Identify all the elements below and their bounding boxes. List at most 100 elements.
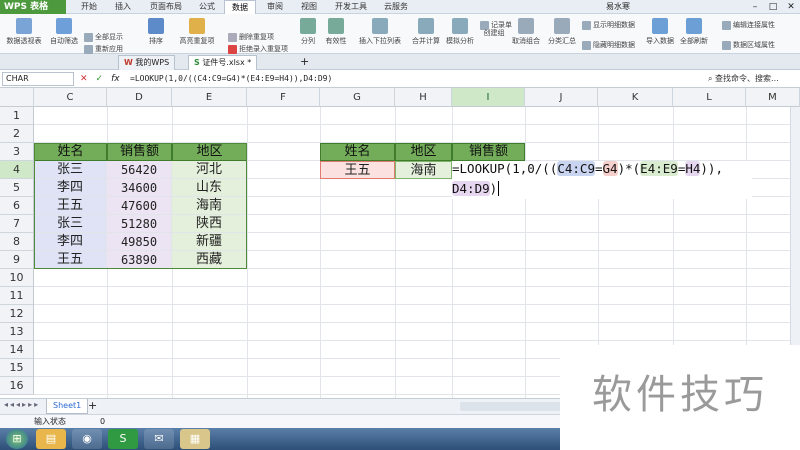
table-cell[interactable]: 63890 xyxy=(107,251,172,269)
validity-button[interactable]: 有效性 xyxy=(322,16,350,52)
menu-tab-cloud[interactable]: 云服务 xyxy=(376,0,416,14)
column-header[interactable]: H xyxy=(395,88,452,107)
ungroup-button[interactable]: 取消组合 xyxy=(510,16,542,52)
row-header[interactable]: 4 xyxy=(0,161,34,179)
what-if-analysis-button[interactable]: 模拟分析 xyxy=(444,16,476,52)
data-range-properties-button[interactable]: 数据区域属性 xyxy=(722,40,775,50)
table-header-cell[interactable]: 地区 xyxy=(395,143,452,161)
select-all-corner[interactable] xyxy=(0,88,34,107)
name-box[interactable]: CHAR xyxy=(2,72,74,86)
column-header[interactable]: I xyxy=(452,88,525,107)
menu-tab-page-layout[interactable]: 页面布局 xyxy=(142,0,190,14)
table-cell[interactable]: 王五 xyxy=(34,197,107,215)
lookup-region-cell[interactable]: 海南 xyxy=(395,161,452,179)
table-header-cell[interactable]: 姓名 xyxy=(34,143,107,161)
subtotal-button[interactable]: 分类汇总 xyxy=(546,16,578,52)
wechat-icon[interactable]: ✉ xyxy=(144,429,174,449)
add-sheet-icon[interactable]: + xyxy=(88,399,97,413)
row-header[interactable]: 13 xyxy=(0,323,34,341)
maximize-icon[interactable]: □ xyxy=(764,0,782,14)
table-header-cell[interactable]: 地区 xyxy=(172,143,247,161)
table-header-cell[interactable]: 姓名 xyxy=(320,143,395,161)
column-header[interactable]: L xyxy=(673,88,746,107)
row-header[interactable]: 11 xyxy=(0,287,34,305)
menu-tab-review[interactable]: 审阅 xyxy=(260,0,290,14)
table-cell[interactable]: 河北 xyxy=(172,161,247,179)
table-cell[interactable]: 王五 xyxy=(34,251,107,269)
table-cell[interactable]: 张三 xyxy=(34,215,107,233)
folder-icon[interactable]: ▦ xyxy=(180,429,210,449)
lookup-name-cell[interactable]: 王五 xyxy=(320,161,395,179)
menu-tab-view[interactable]: 视图 xyxy=(294,0,324,14)
row-header[interactable]: 15 xyxy=(0,359,34,377)
column-header[interactable]: D xyxy=(107,88,172,107)
confirm-icon[interactable]: ✓ xyxy=(96,72,104,86)
table-cell[interactable]: 56420 xyxy=(107,161,172,179)
doc-tab-my-wps[interactable]: W 我的WPS xyxy=(118,55,176,70)
highlight-duplicates-button[interactable]: 高亮重复项 xyxy=(172,16,222,52)
table-header-cell[interactable]: 销售额 xyxy=(107,143,172,161)
row-header[interactable]: 10 xyxy=(0,269,34,287)
hide-detail-button[interactable]: 隐藏明细数据 xyxy=(582,40,635,50)
user-name[interactable]: 易水寒 xyxy=(606,0,630,14)
row-header[interactable]: 2 xyxy=(0,125,34,143)
table-cell[interactable]: 新疆 xyxy=(172,233,247,251)
menu-tab-insert[interactable]: 插入 xyxy=(108,0,138,14)
menu-tab-home[interactable]: 开始 xyxy=(72,0,106,14)
import-data-button[interactable]: 导入数据 xyxy=(644,16,676,52)
column-header[interactable]: M xyxy=(746,88,800,107)
edit-connection-button[interactable]: 编辑连接属性 xyxy=(722,20,775,30)
table-cell[interactable]: 山东 xyxy=(172,179,247,197)
table-cell[interactable]: 李四 xyxy=(34,233,107,251)
chrome-icon[interactable]: ◉ xyxy=(72,429,102,449)
row-header[interactable]: 9 xyxy=(0,251,34,269)
column-header[interactable]: F xyxy=(247,88,320,107)
table-cell[interactable]: 陕西 xyxy=(172,215,247,233)
sort-button[interactable]: 排序 xyxy=(144,16,168,52)
row-header[interactable]: 3 xyxy=(0,143,34,161)
formula-input[interactable]: =LOOKUP(1,0/((C4:C9=G4)*(E4:E9=H4)),D4:D… xyxy=(130,72,690,86)
column-header[interactable]: G xyxy=(320,88,395,107)
consolidate-button[interactable]: 合并计算 xyxy=(410,16,442,52)
file-explorer-icon[interactable]: ▤ xyxy=(36,429,66,449)
new-tab-icon[interactable]: + xyxy=(300,55,309,69)
reject-duplicates-button[interactable]: 拒绝录入重复项 xyxy=(228,44,288,54)
table-cell[interactable]: 西藏 xyxy=(172,251,247,269)
column-header[interactable]: J xyxy=(525,88,598,107)
column-header[interactable]: C xyxy=(34,88,107,107)
table-cell[interactable]: 51280 xyxy=(107,215,172,233)
remove-duplicates-button[interactable]: 删除重复项 xyxy=(228,32,274,42)
column-header[interactable]: E xyxy=(172,88,247,107)
app-menu-button[interactable]: WPS 表格 xyxy=(0,0,66,14)
row-header[interactable]: 5 xyxy=(0,179,34,197)
menu-tab-data[interactable]: 数据 xyxy=(224,0,256,14)
table-cell[interactable]: 张三 xyxy=(34,161,107,179)
refresh-all-button[interactable]: 全部刷新 xyxy=(678,16,710,52)
command-search[interactable]: ⌕ 查找命令、搜索... xyxy=(708,72,798,86)
close-icon[interactable]: ✕ xyxy=(782,0,800,14)
auto-filter-button[interactable]: 自动筛选 xyxy=(48,16,80,52)
reapply-button[interactable]: 重新应用 xyxy=(84,44,123,54)
table-cell[interactable]: 李四 xyxy=(34,179,107,197)
show-all-button[interactable]: 全部显示 xyxy=(84,32,123,42)
row-header[interactable]: 16 xyxy=(0,377,34,395)
wps-spreadsheet-icon[interactable]: S xyxy=(108,429,138,449)
table-cell[interactable]: 49850 xyxy=(107,233,172,251)
cancel-icon[interactable]: ✕ xyxy=(80,72,88,86)
doc-tab-file[interactable]: S 证件号.xlsx * xyxy=(188,55,258,70)
row-header[interactable]: 8 xyxy=(0,233,34,251)
pivot-table-button[interactable]: 数据透视表 xyxy=(4,16,44,52)
row-header[interactable]: 7 xyxy=(0,215,34,233)
create-group-button[interactable]: 创建组 xyxy=(480,28,508,52)
sheet-tab[interactable]: Sheet1 xyxy=(46,399,89,414)
row-header[interactable]: 6 xyxy=(0,197,34,215)
menu-tab-formula[interactable]: 公式 xyxy=(192,0,222,14)
table-cell[interactable]: 海南 xyxy=(172,197,247,215)
row-header[interactable]: 1 xyxy=(0,107,34,125)
table-cell[interactable]: 34600 xyxy=(107,179,172,197)
sheet-nav-arrows[interactable]: ◂◂◂▸▸▸ xyxy=(4,400,40,409)
menu-tab-developer[interactable]: 开发工具 xyxy=(328,0,374,14)
show-detail-button[interactable]: 显示明细数据 xyxy=(582,20,635,30)
split-column-button[interactable]: 分列 xyxy=(296,16,320,52)
insert-dropdown-list-button[interactable]: 插入下拉列表 xyxy=(352,16,408,52)
